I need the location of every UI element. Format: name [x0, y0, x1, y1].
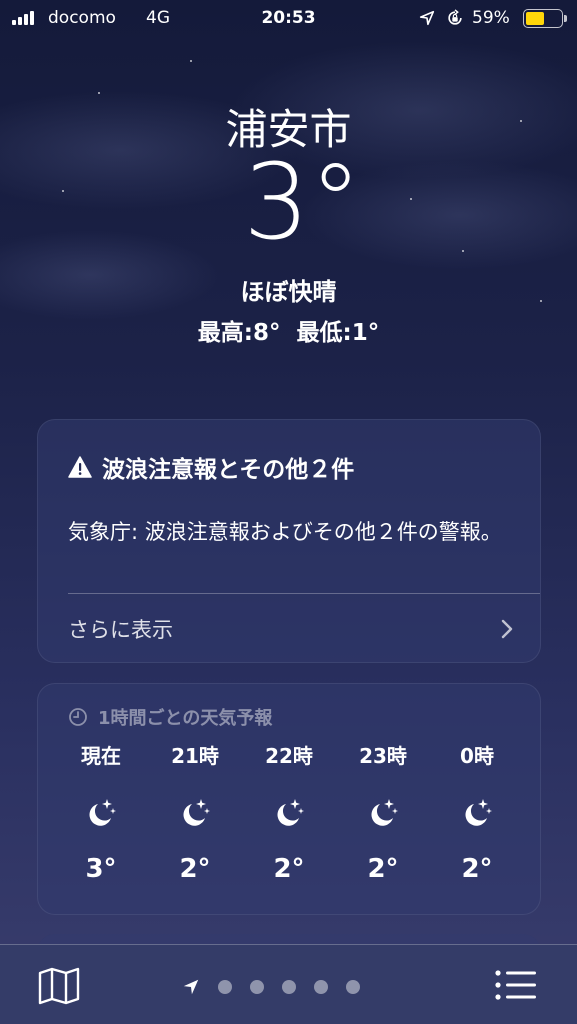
hourly-item: 22時 2° [249, 740, 329, 884]
high-temperature: 最高:8° [197, 320, 281, 346]
location-arrow-icon [419, 10, 435, 26]
list-icon[interactable] [494, 969, 538, 1001]
hourly-item: 現在 3° [61, 740, 141, 884]
weather-condition: ほぼ快晴 [240, 278, 337, 306]
battery-icon [523, 9, 567, 28]
page-dot[interactable] [218, 980, 232, 994]
hour-temperature: 2° [461, 854, 493, 884]
moon-stars-icon [371, 799, 398, 826]
page-dot[interactable] [314, 980, 328, 994]
show-more-button[interactable]: さらに表示 [68, 609, 514, 649]
weather-alert-card[interactable]: 波浪注意報とその他２件 気象庁: 波浪注意報およびその他２件の警報。 さらに表示 [37, 419, 541, 663]
hourly-forecast-card[interactable]: 1時間ごとの天気予報 現在 3° 21時 2° 22時 2° 23時 2° 0時 2° [37, 683, 541, 915]
hour-temperature: 3° [85, 854, 117, 884]
hourly-forecast-header: 1時間ごとの天気予報 [68, 704, 272, 730]
hourly-item: 0時 2° [437, 740, 517, 884]
low-temperature: 最低:1° [296, 320, 380, 346]
alert-description: 気象庁: 波浪注意報およびその他２件の警報。 [68, 520, 502, 544]
hour-label: 23時 [359, 744, 407, 768]
hour-label: 22時 [265, 744, 313, 768]
chevron-right-icon [501, 619, 513, 639]
alert-title-row: 波浪注意報とその他２件 [68, 450, 354, 484]
alert-title: 波浪注意報とその他２件 [102, 457, 355, 483]
moon-stars-icon [89, 799, 116, 826]
moon-stars-icon [183, 799, 210, 826]
hourly-item: 21時 2° [155, 740, 235, 884]
hourly-forecast-list: 現在 3° 21時 2° 22時 2° 23時 2° 0時 2° [38, 740, 540, 884]
status-bar: docomo 4G 20:53 59% [0, 0, 577, 40]
alert-divider [68, 593, 540, 594]
hourly-item: 23時 2° [343, 740, 423, 884]
moon-stars-icon [277, 799, 304, 826]
hourly-forecast-title: 1時間ごとの天気予報 [98, 708, 273, 729]
clock-icon [69, 708, 87, 726]
hour-temperature: 2° [273, 854, 305, 884]
high-low-temperatures: 最高:8° 最低:1° [0, 313, 577, 347]
page-dot[interactable] [282, 980, 296, 994]
location-arrow-icon [183, 979, 199, 995]
bottom-toolbar [0, 944, 577, 1024]
hour-temperature: 2° [179, 854, 211, 884]
page-indicator[interactable] [182, 978, 360, 996]
moon-stars-icon [465, 799, 492, 826]
hour-label: 現在 [81, 744, 121, 768]
hour-label: 0時 [460, 744, 494, 768]
hour-label: 21時 [171, 744, 219, 768]
page-dot[interactable] [346, 980, 360, 994]
hour-temperature: 2° [367, 854, 399, 884]
orientation-lock-icon [448, 9, 462, 25]
page-dot[interactable] [250, 980, 264, 994]
battery-level-fill [526, 12, 545, 25]
show-more-label: さらに表示 [68, 618, 173, 642]
map-icon[interactable] [38, 967, 80, 1005]
warning-icon [68, 456, 92, 478]
current-temperature: 3° [243, 141, 362, 263]
battery-percent: 59% [472, 8, 510, 28]
